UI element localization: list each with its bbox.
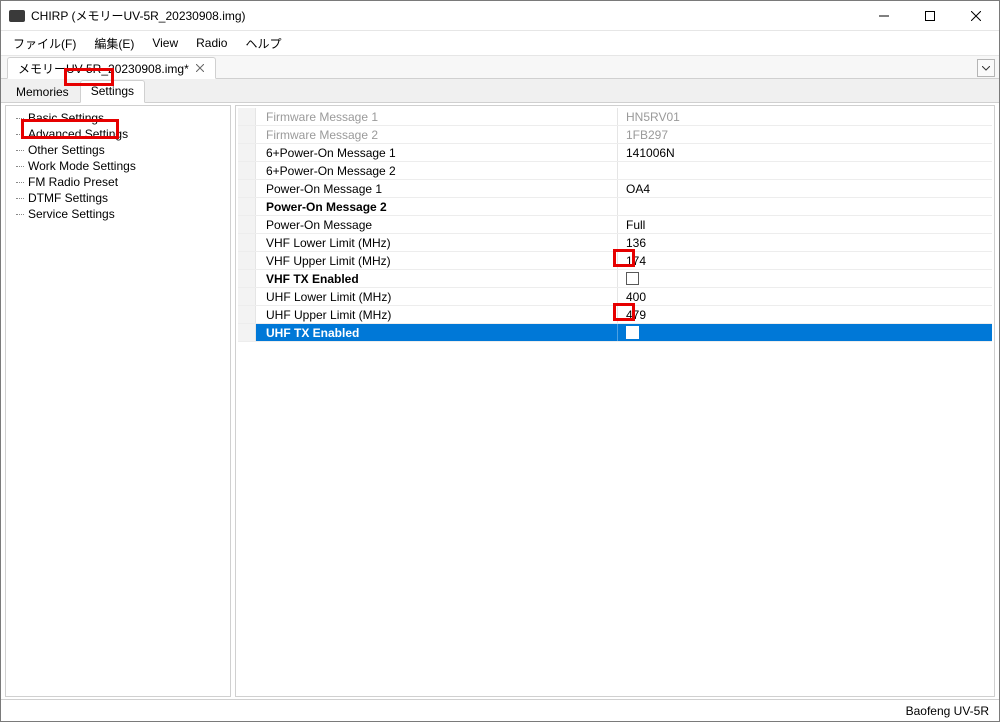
settings-row[interactable]: Firmware Message 21FB297	[238, 126, 992, 144]
tab-memories[interactable]: Memories	[5, 81, 80, 103]
settings-row-label: 6+Power-On Message 1	[256, 144, 618, 161]
row-handle	[238, 324, 256, 341]
status-device: Baofeng UV-5R	[906, 704, 989, 718]
tree-basic-settings[interactable]: Basic Settings	[8, 110, 228, 126]
app-icon	[9, 10, 25, 22]
minimize-button[interactable]	[861, 1, 907, 30]
tree-dtmf-settings[interactable]: DTMF Settings	[8, 190, 228, 206]
document-tab[interactable]: メモリーUV-5R_20230908.img*	[7, 57, 216, 79]
menu-help[interactable]: ヘルプ	[237, 33, 289, 54]
app-window: CHIRP (メモリーUV-5R_20230908.img) ファイル(F) 編…	[0, 0, 1000, 722]
tab-overflow-button[interactable]	[977, 59, 995, 77]
titlebar: CHIRP (メモリーUV-5R_20230908.img)	[1, 1, 999, 31]
tree-other-settings[interactable]: Other Settings	[8, 142, 228, 158]
settings-row[interactable]: UHF Lower Limit (MHz)400	[238, 288, 992, 306]
settings-row-label: VHF Upper Limit (MHz)	[256, 252, 618, 269]
settings-tree: Basic Settings Advanced Settings Other S…	[5, 105, 231, 697]
settings-row-value[interactable]: 400	[618, 288, 992, 305]
tree-fm-radio-preset[interactable]: FM Radio Preset	[8, 174, 228, 190]
row-handle	[238, 252, 256, 269]
settings-row[interactable]: VHF Lower Limit (MHz)136	[238, 234, 992, 252]
settings-row[interactable]: Firmware Message 1HN5RV01	[238, 108, 992, 126]
settings-row[interactable]: Power-On MessageFull	[238, 216, 992, 234]
tree-advanced-settings[interactable]: Advanced Settings	[8, 126, 228, 142]
document-tab-bar: メモリーUV-5R_20230908.img*	[1, 55, 999, 79]
settings-row[interactable]: 6+Power-On Message 2	[238, 162, 992, 180]
row-handle	[238, 270, 256, 287]
status-bar: Baofeng UV-5R	[1, 699, 999, 721]
settings-row-label: VHF TX Enabled	[256, 270, 618, 287]
settings-row-value[interactable]: 141006N	[618, 144, 992, 161]
settings-row-value[interactable]: OA4	[618, 180, 992, 197]
row-handle	[238, 306, 256, 323]
document-tab-label: メモリーUV-5R_20230908.img*	[18, 60, 189, 77]
window-controls	[861, 1, 999, 30]
settings-row[interactable]: UHF TX Enabled	[238, 324, 992, 342]
settings-row-value[interactable]: Full	[618, 216, 992, 233]
window-title: CHIRP (メモリーUV-5R_20230908.img)	[31, 7, 246, 24]
settings-row-label: VHF Lower Limit (MHz)	[256, 234, 618, 251]
settings-row-label: Firmware Message 1	[256, 108, 618, 125]
settings-row-value[interactable]	[618, 324, 992, 341]
maximize-button[interactable]	[907, 1, 953, 30]
row-handle	[238, 288, 256, 305]
settings-row-label: Power-On Message 2	[256, 198, 618, 215]
content-area: Basic Settings Advanced Settings Other S…	[1, 103, 999, 699]
menu-view[interactable]: View	[144, 34, 186, 52]
row-handle	[238, 180, 256, 197]
tree-work-mode-settings[interactable]: Work Mode Settings	[8, 158, 228, 174]
settings-row-value[interactable]	[618, 162, 992, 179]
tab-settings[interactable]: Settings	[80, 80, 145, 103]
settings-row-value[interactable]: 174	[618, 252, 992, 269]
view-tabs: Memories Settings	[1, 79, 999, 103]
settings-row-label: UHF Upper Limit (MHz)	[256, 306, 618, 323]
menu-file[interactable]: ファイル(F)	[5, 33, 84, 54]
settings-row[interactable]: 6+Power-On Message 1141006N	[238, 144, 992, 162]
close-tab-icon[interactable]	[195, 63, 205, 73]
settings-row-label: 6+Power-On Message 2	[256, 162, 618, 179]
settings-grid: Firmware Message 1HN5RV01Firmware Messag…	[235, 105, 995, 697]
settings-row-label: Power-On Message 1	[256, 180, 618, 197]
tree-service-settings[interactable]: Service Settings	[8, 206, 228, 222]
settings-row-value[interactable]	[618, 198, 992, 215]
row-handle	[238, 144, 256, 161]
settings-row-value[interactable]: HN5RV01	[618, 108, 992, 125]
row-handle	[238, 162, 256, 179]
settings-row-label: Firmware Message 2	[256, 126, 618, 143]
row-handle	[238, 234, 256, 251]
checkbox-icon[interactable]	[626, 272, 639, 285]
close-button[interactable]	[953, 1, 999, 30]
settings-row[interactable]: Power-On Message 1 OA4	[238, 180, 992, 198]
settings-row[interactable]: VHF Upper Limit (MHz)174	[238, 252, 992, 270]
settings-row-value[interactable]: 1FB297	[618, 126, 992, 143]
settings-row[interactable]: UHF Upper Limit (MHz)479	[238, 306, 992, 324]
menubar: ファイル(F) 編集(E) View Radio ヘルプ	[1, 31, 999, 55]
settings-row-label: UHF Lower Limit (MHz)	[256, 288, 618, 305]
settings-row-value[interactable]	[618, 270, 992, 287]
settings-row-value[interactable]: 136	[618, 234, 992, 251]
settings-row-label: Power-On Message	[256, 216, 618, 233]
menu-edit[interactable]: 編集(E)	[86, 33, 142, 54]
settings-row-value[interactable]: 479	[618, 306, 992, 323]
row-handle	[238, 216, 256, 233]
settings-row-label: UHF TX Enabled	[256, 324, 618, 341]
row-handle	[238, 108, 256, 125]
settings-row[interactable]: Power-On Message 2	[238, 198, 992, 216]
checkbox-icon[interactable]	[626, 326, 639, 339]
row-handle	[238, 126, 256, 143]
row-handle	[238, 198, 256, 215]
settings-row[interactable]: VHF TX Enabled	[238, 270, 992, 288]
menu-radio[interactable]: Radio	[188, 34, 235, 52]
